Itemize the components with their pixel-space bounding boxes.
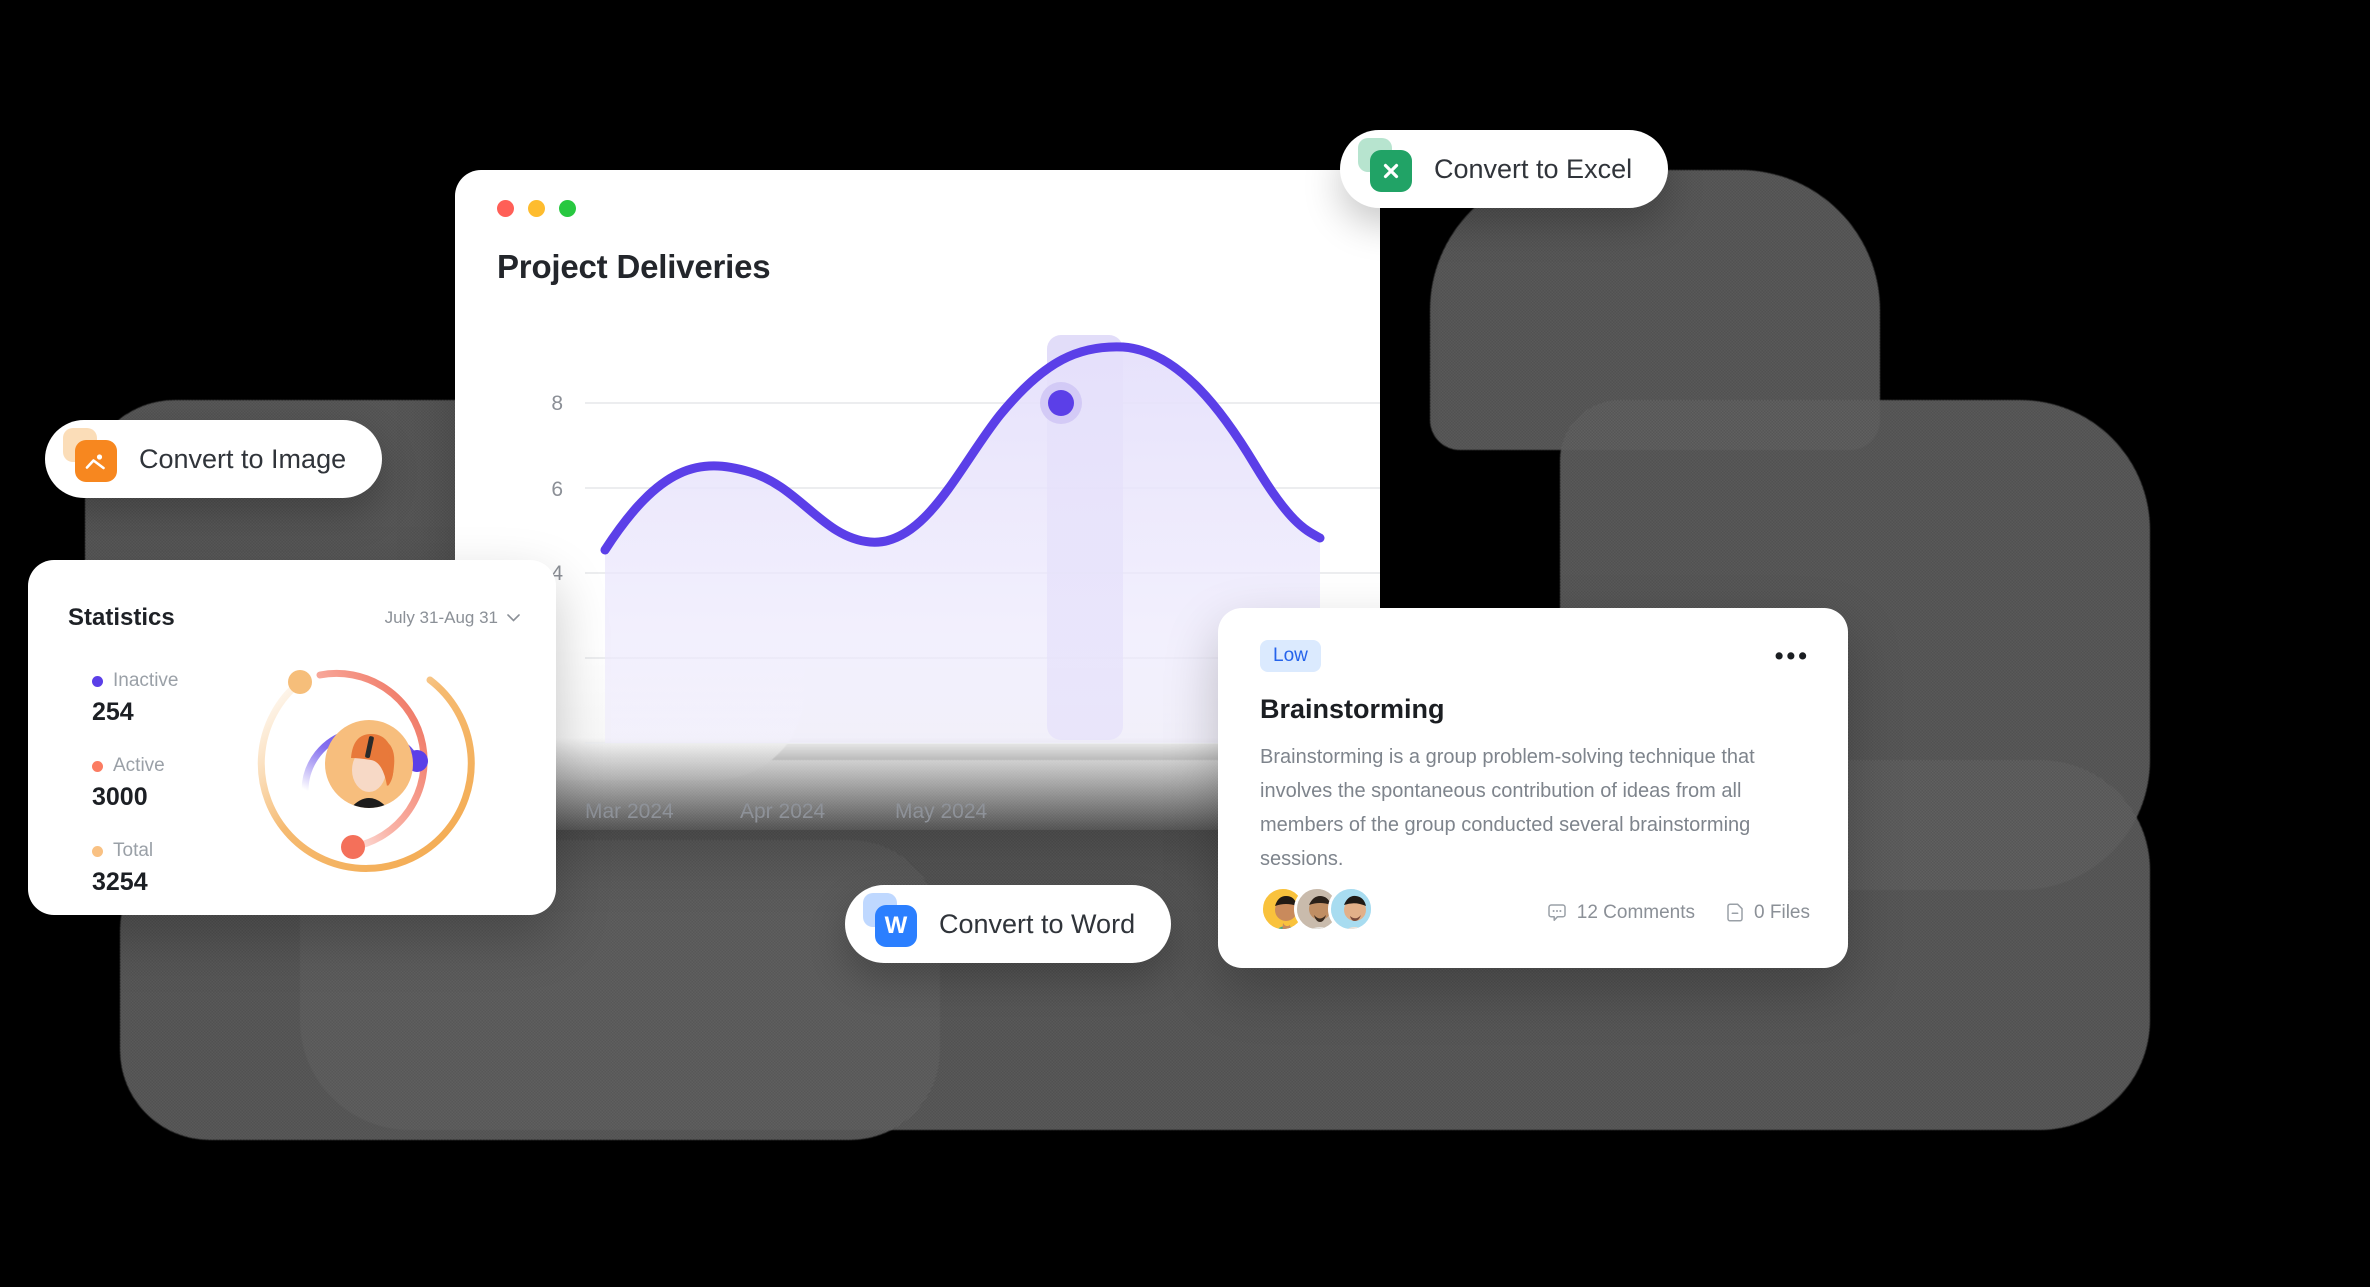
legend-value-inactive: 254 [92, 698, 134, 726]
word-icon-glyph: W [884, 912, 908, 939]
convert-to-word-button[interactable]: W Convert to Word [845, 885, 1172, 963]
x-tick-may: May 2024 [895, 800, 988, 823]
assignee-avatars[interactable] [1260, 886, 1374, 932]
task-description: Brainstorming is a group problem-solving… [1260, 746, 1755, 870]
convert-to-image-label: Convert to Image [139, 443, 347, 474]
file-icon [1727, 903, 1743, 922]
task-title: Brainstorming [1260, 694, 1445, 724]
legend-item-inactive: Inactive 254 [92, 670, 178, 727]
date-range-label: July 31-Aug 31 [384, 608, 498, 627]
legend-item-total: Total 3254 [92, 840, 178, 897]
task-card: Low ••• Brainstorming Brainstorming is a… [1218, 608, 1848, 968]
maximize-dot[interactable] [559, 200, 576, 217]
x-tick-apr: Apr 2024 [740, 800, 826, 823]
image-icon [63, 428, 117, 482]
screenshot-stage: Project Deliveries 8 6 4 Mar 2024 Apr 20… [0, 0, 2370, 1287]
total-ring-endpoint [288, 670, 312, 694]
chevron-down-icon [507, 614, 520, 622]
statistics-header: Statistics July 31-Aug 31 [68, 604, 520, 632]
legend-value-active: 3000 [92, 783, 148, 811]
close-dot[interactable] [497, 200, 514, 217]
convert-to-image-button[interactable]: Convert to Image [45, 420, 383, 498]
files-meta[interactable]: 0 Files [1725, 902, 1810, 924]
word-icon: W [863, 893, 917, 947]
statistics-ring-chart [257, 669, 475, 872]
legend-label-inactive: Inactive [113, 670, 179, 691]
window-traffic-lights [497, 200, 576, 217]
convert-to-excel-button[interactable]: Convert to Excel [1340, 130, 1669, 208]
convert-to-word-label: Convert to Word [939, 908, 1136, 939]
total-swatch [92, 845, 103, 857]
excel-icon [1358, 138, 1412, 192]
files-count-label: 0 Files [1754, 902, 1810, 923]
minimize-dot[interactable] [528, 200, 545, 217]
more-options-icon[interactable]: ••• [1775, 644, 1810, 669]
comments-meta[interactable]: 12 Comments [1546, 902, 1695, 924]
avatar-3[interactable] [1328, 886, 1374, 932]
inactive-swatch [92, 675, 103, 687]
active-swatch [92, 760, 103, 772]
legend-label-total: Total [113, 840, 154, 861]
chart-highlight-point[interactable] [1048, 390, 1074, 416]
convert-to-excel-label: Convert to Excel [1434, 153, 1633, 184]
task-meta: 12 Comments 0 Files [1546, 902, 1810, 924]
legend-label-active: Active [113, 755, 165, 776]
date-range-selector[interactable]: July 31-Aug 31 [385, 608, 520, 628]
legend-item-active: Active 3000 [92, 755, 178, 812]
active-ring-endpoint [341, 835, 365, 859]
comments-count-label: 12 Comments [1576, 902, 1696, 923]
x-tick-mar: Mar 2024 [585, 800, 674, 823]
legend-value-total: 3254 [92, 868, 148, 896]
statistics-title: Statistics [68, 604, 175, 631]
status-badge: Low [1260, 640, 1321, 672]
page-title: Project Deliveries [497, 248, 771, 285]
statistics-legend: Inactive 254 Active 3000 Total 3254 [92, 670, 178, 925]
comment-icon [1548, 904, 1566, 921]
